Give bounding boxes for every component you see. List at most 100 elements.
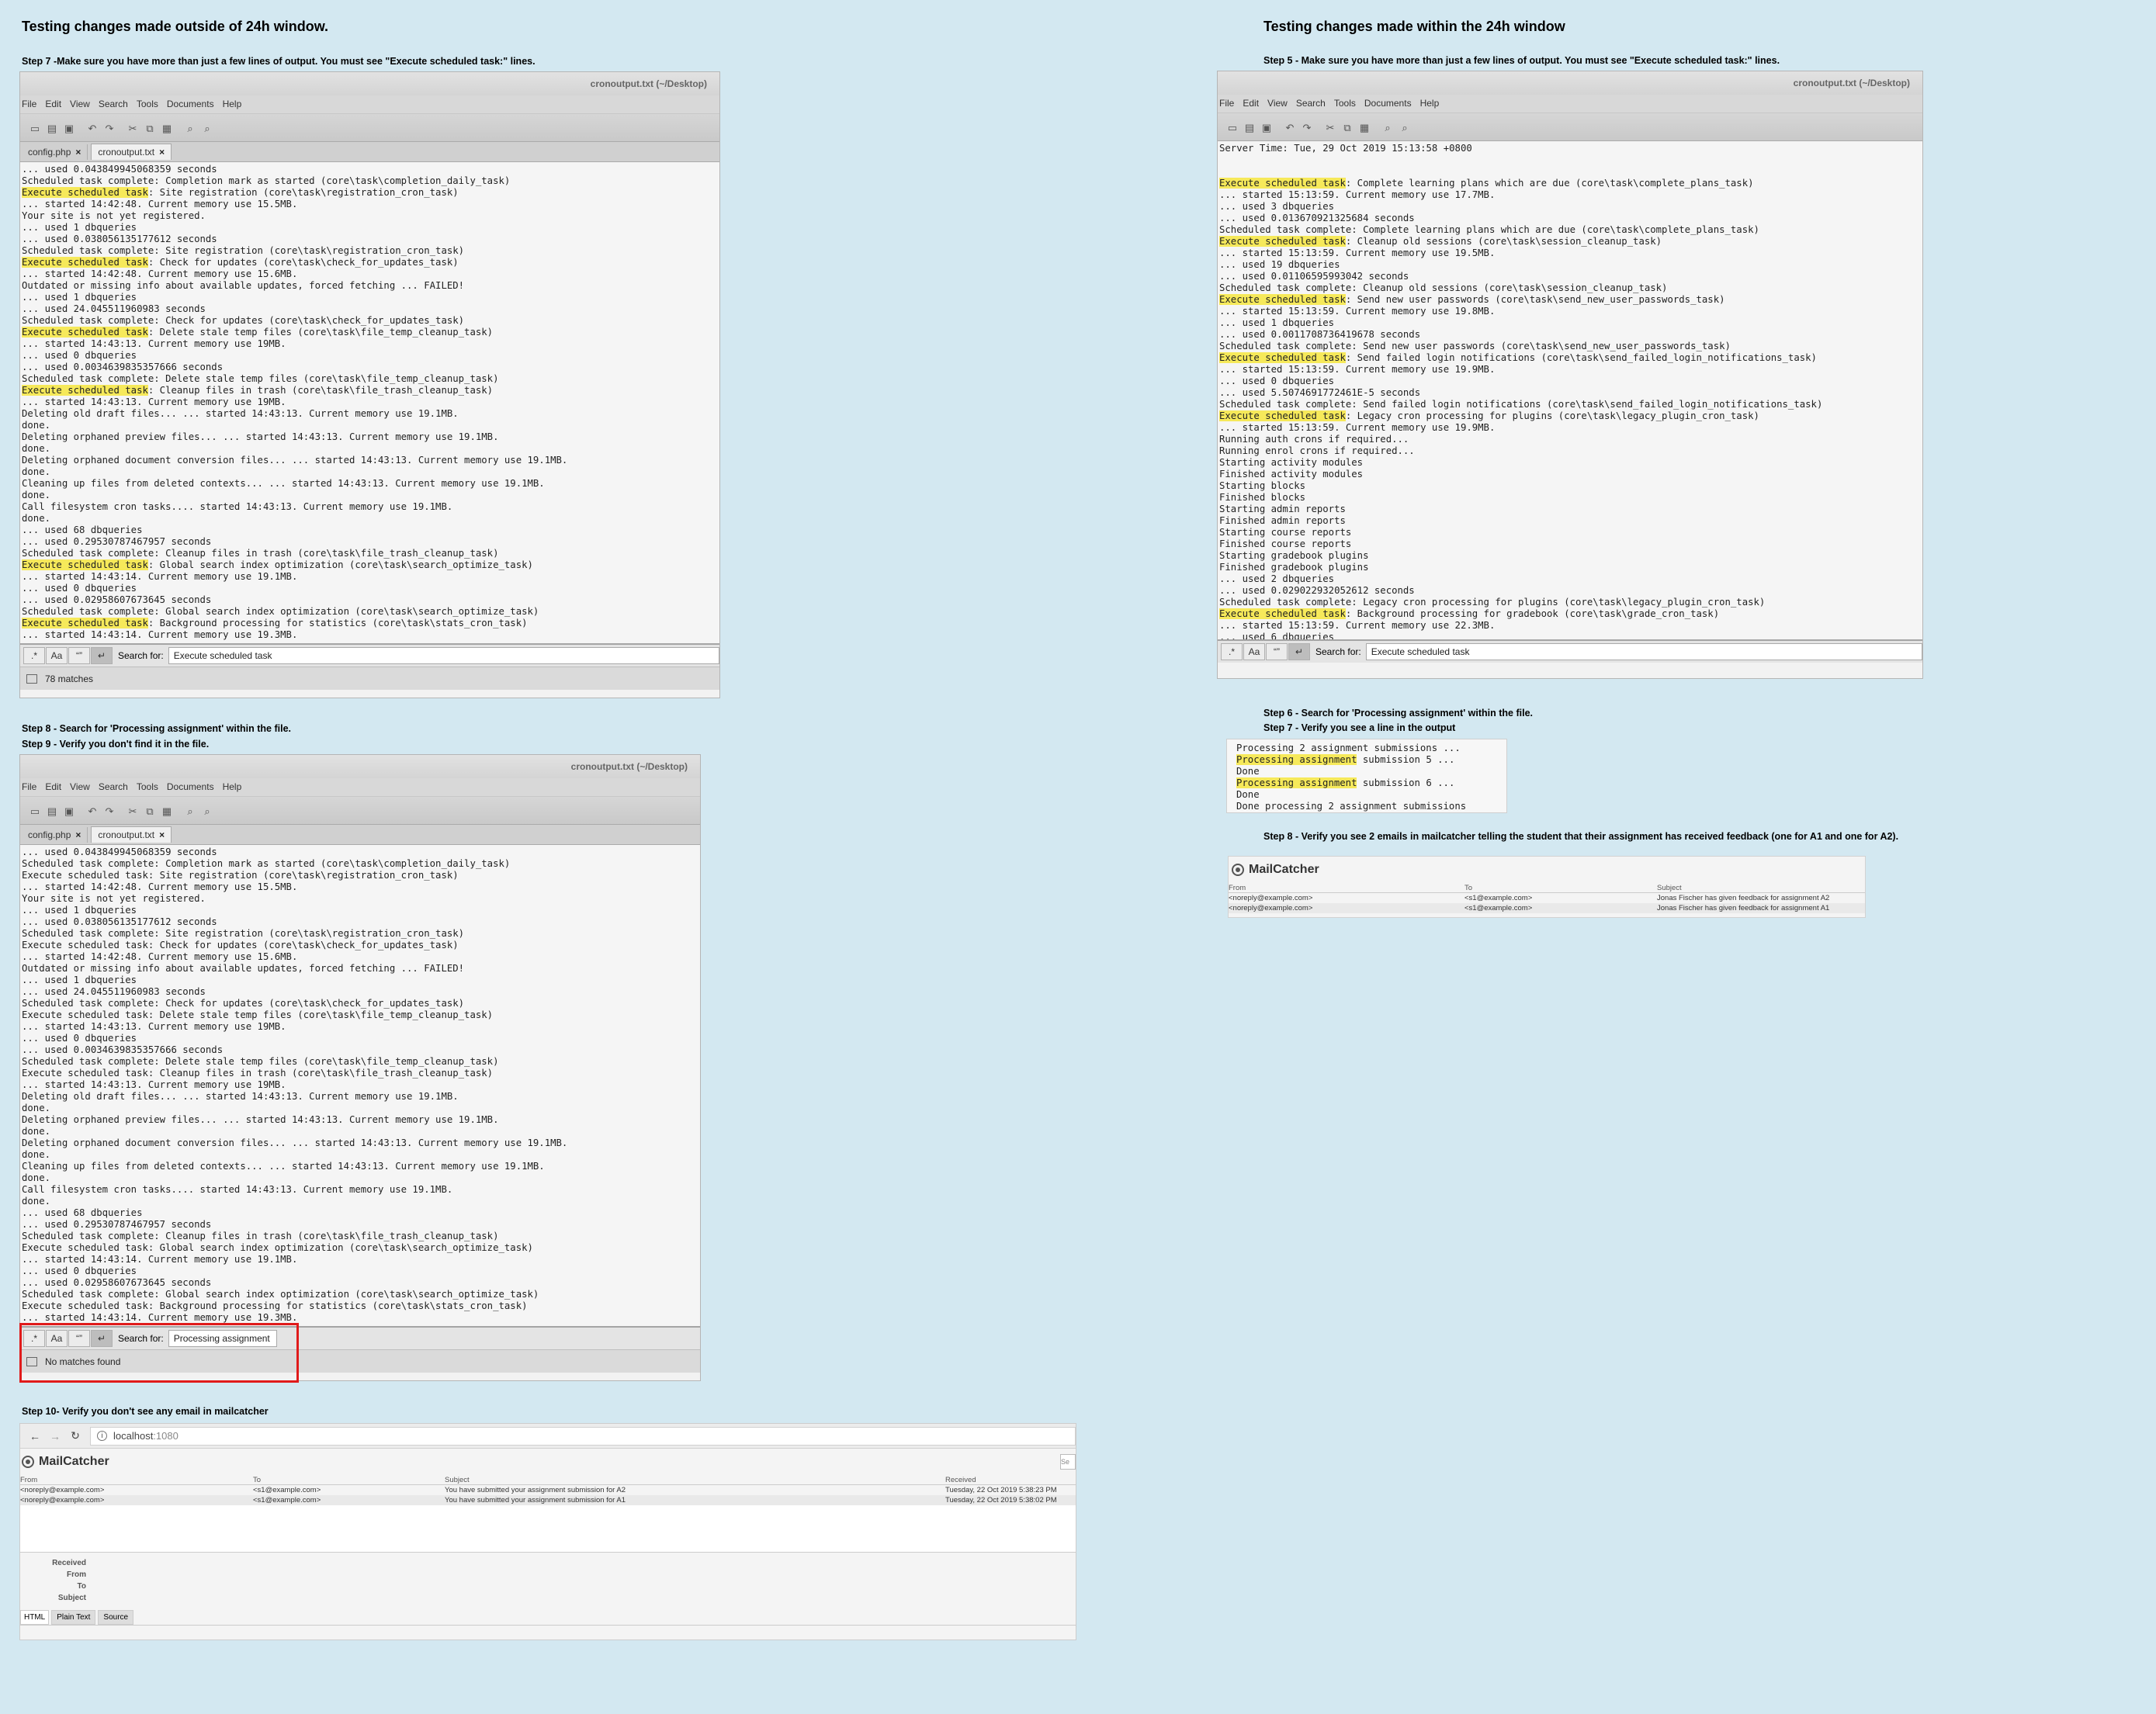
- menu-search[interactable]: Search: [1296, 98, 1326, 109]
- new-file-icon[interactable]: ▭: [1224, 123, 1241, 133]
- menu-help[interactable]: Help: [1420, 98, 1440, 109]
- side-panel-icon[interactable]: [26, 673, 37, 684]
- tab-html[interactable]: HTML: [20, 1610, 50, 1625]
- undo-icon[interactable]: ↶: [84, 123, 101, 134]
- tab-cronoutput[interactable]: cronoutput.txt ×: [91, 826, 172, 843]
- menu-view[interactable]: View: [70, 781, 90, 792]
- tab-config-php[interactable]: config.php ×: [22, 827, 88, 843]
- menu-search[interactable]: Search: [99, 781, 128, 792]
- url-bar[interactable]: i localhost:1080: [90, 1426, 1076, 1446]
- reload-icon[interactable]: ↻: [65, 1429, 85, 1442]
- menu-tools[interactable]: Tools: [1334, 98, 1356, 109]
- find-replace-icon[interactable]: ⌕: [199, 123, 216, 134]
- message-row[interactable]: <noreply@example.com> <s1@example.com> J…: [1229, 893, 1865, 903]
- undo-icon[interactable]: ↶: [84, 806, 101, 817]
- menu-help[interactable]: Help: [223, 781, 242, 792]
- paste-icon[interactable]: ▦: [158, 123, 175, 134]
- menu-file[interactable]: File: [22, 99, 36, 109]
- close-tab-icon[interactable]: ×: [75, 829, 81, 840]
- message-row[interactable]: <noreply@example.com> <s1@example.com> Y…: [20, 1485, 1076, 1495]
- whole-word-toggle[interactable]: “”: [1266, 643, 1288, 660]
- find-icon[interactable]: ⌕: [1379, 123, 1396, 133]
- cut-icon[interactable]: ✂: [124, 123, 141, 134]
- close-tab-icon[interactable]: ×: [159, 829, 165, 840]
- close-tab-icon[interactable]: ×: [159, 147, 165, 158]
- redo-icon[interactable]: ↷: [1298, 123, 1315, 133]
- log-line: ... started 14:42:48. Current memory use…: [22, 951, 298, 962]
- log-line: ... used 0 dbqueries: [22, 583, 137, 594]
- cut-icon[interactable]: ✂: [1322, 123, 1339, 133]
- menu-edit[interactable]: Edit: [1243, 98, 1259, 109]
- tab-source[interactable]: Source: [98, 1610, 134, 1625]
- wrap-around-toggle[interactable]: ↵: [1288, 643, 1310, 660]
- match-case-toggle[interactable]: Aa: [1243, 643, 1265, 660]
- log-line: ... used 0.043849945068359 seconds: [22, 847, 217, 857]
- search-match-highlight: Execute scheduled task: [22, 385, 148, 396]
- find-icon[interactable]: ⌕: [182, 123, 199, 134]
- menu-view[interactable]: View: [70, 99, 90, 109]
- log-line: Done: [1236, 766, 1260, 777]
- open-file-icon[interactable]: ▤: [1241, 123, 1258, 133]
- text-content[interactable]: ... used 0.043849945068359 seconds Schedu…: [20, 162, 719, 643]
- menu-documents[interactable]: Documents: [167, 99, 214, 109]
- menu-help[interactable]: Help: [223, 99, 242, 109]
- regex-toggle[interactable]: .*: [1221, 643, 1243, 660]
- log-line: ... used 0.029022932052612 seconds: [1219, 585, 1415, 596]
- menu-documents[interactable]: Documents: [167, 781, 214, 792]
- tab-plain-text[interactable]: Plain Text: [51, 1610, 96, 1625]
- mailcatcher-title: MailCatcher: [39, 1455, 109, 1468]
- open-file-icon[interactable]: ▤: [43, 123, 61, 134]
- menu-search[interactable]: Search: [99, 99, 128, 109]
- redo-icon[interactable]: ↷: [101, 123, 118, 134]
- copy-icon[interactable]: ⧉: [141, 806, 158, 817]
- detail-to-label: To: [77, 1582, 86, 1591]
- tab-config-php[interactable]: config.php ×: [22, 144, 88, 160]
- log-line: Execute scheduled task: Send failed logi…: [1219, 352, 1817, 363]
- mailcatcher-search-input[interactable]: Se: [1060, 1454, 1076, 1470]
- paste-icon[interactable]: ▦: [158, 806, 175, 817]
- menu-file[interactable]: File: [22, 781, 36, 792]
- left-heading: Testing changes made outside of 24h wind…: [22, 19, 329, 34]
- new-file-icon[interactable]: ▭: [26, 806, 43, 817]
- wrap-around-toggle[interactable]: ↵: [91, 647, 113, 664]
- log-line: Execute scheduled task: Background proce…: [22, 618, 528, 628]
- info-icon[interactable]: i: [97, 1431, 107, 1441]
- back-icon[interactable]: ←: [25, 1430, 45, 1442]
- open-file-icon[interactable]: ▤: [43, 806, 61, 817]
- regex-toggle[interactable]: .*: [23, 647, 45, 664]
- redo-icon[interactable]: ↷: [101, 806, 118, 817]
- text-content[interactable]: Server Time: Tue, 29 Oct 2019 15:13:58 +…: [1218, 141, 1922, 639]
- copy-icon[interactable]: ⧉: [1339, 123, 1356, 133]
- forward-icon[interactable]: →: [45, 1430, 65, 1442]
- copy-icon[interactable]: ⧉: [141, 123, 158, 134]
- menu-file[interactable]: File: [1219, 98, 1234, 109]
- find-replace-icon[interactable]: ⌕: [1396, 123, 1413, 133]
- find-replace-icon[interactable]: ⌕: [199, 806, 216, 817]
- close-tab-icon[interactable]: ×: [75, 147, 81, 158]
- menu-view[interactable]: View: [1267, 98, 1288, 109]
- search-input[interactable]: Execute scheduled task: [168, 647, 719, 664]
- menu-tools[interactable]: Tools: [137, 781, 158, 792]
- menu-edit[interactable]: Edit: [45, 781, 61, 792]
- cut-icon[interactable]: ✂: [124, 806, 141, 817]
- paste-icon[interactable]: ▦: [1356, 123, 1373, 133]
- search-input[interactable]: Execute scheduled task: [1365, 643, 1922, 660]
- whole-word-toggle[interactable]: “”: [68, 647, 90, 664]
- undo-icon[interactable]: ↶: [1281, 123, 1298, 133]
- right-heading: Testing changes made within the 24h wind…: [1263, 19, 1565, 34]
- text-content[interactable]: ... used 0.043849945068359 seconds Schedu…: [20, 845, 700, 1326]
- log-line: Scheduled task complete: Send failed log…: [1219, 399, 1823, 410]
- menu-documents[interactable]: Documents: [1364, 98, 1412, 109]
- menu-tools[interactable]: Tools: [137, 99, 158, 109]
- save-icon[interactable]: ▣: [1258, 123, 1275, 133]
- tab-cronoutput[interactable]: cronoutput.txt ×: [91, 144, 172, 160]
- menu-edit[interactable]: Edit: [45, 99, 61, 109]
- save-icon[interactable]: ▣: [61, 123, 78, 134]
- match-case-toggle[interactable]: Aa: [46, 647, 68, 664]
- message-row[interactable]: <noreply@example.com> <s1@example.com> J…: [1229, 903, 1865, 913]
- new-file-icon[interactable]: ▭: [26, 123, 43, 134]
- find-icon[interactable]: ⌕: [182, 806, 199, 817]
- message-row[interactable]: <noreply@example.com> <s1@example.com> Y…: [20, 1495, 1076, 1505]
- log-line: ... used 68 dbqueries: [22, 1207, 143, 1218]
- save-icon[interactable]: ▣: [61, 806, 78, 817]
